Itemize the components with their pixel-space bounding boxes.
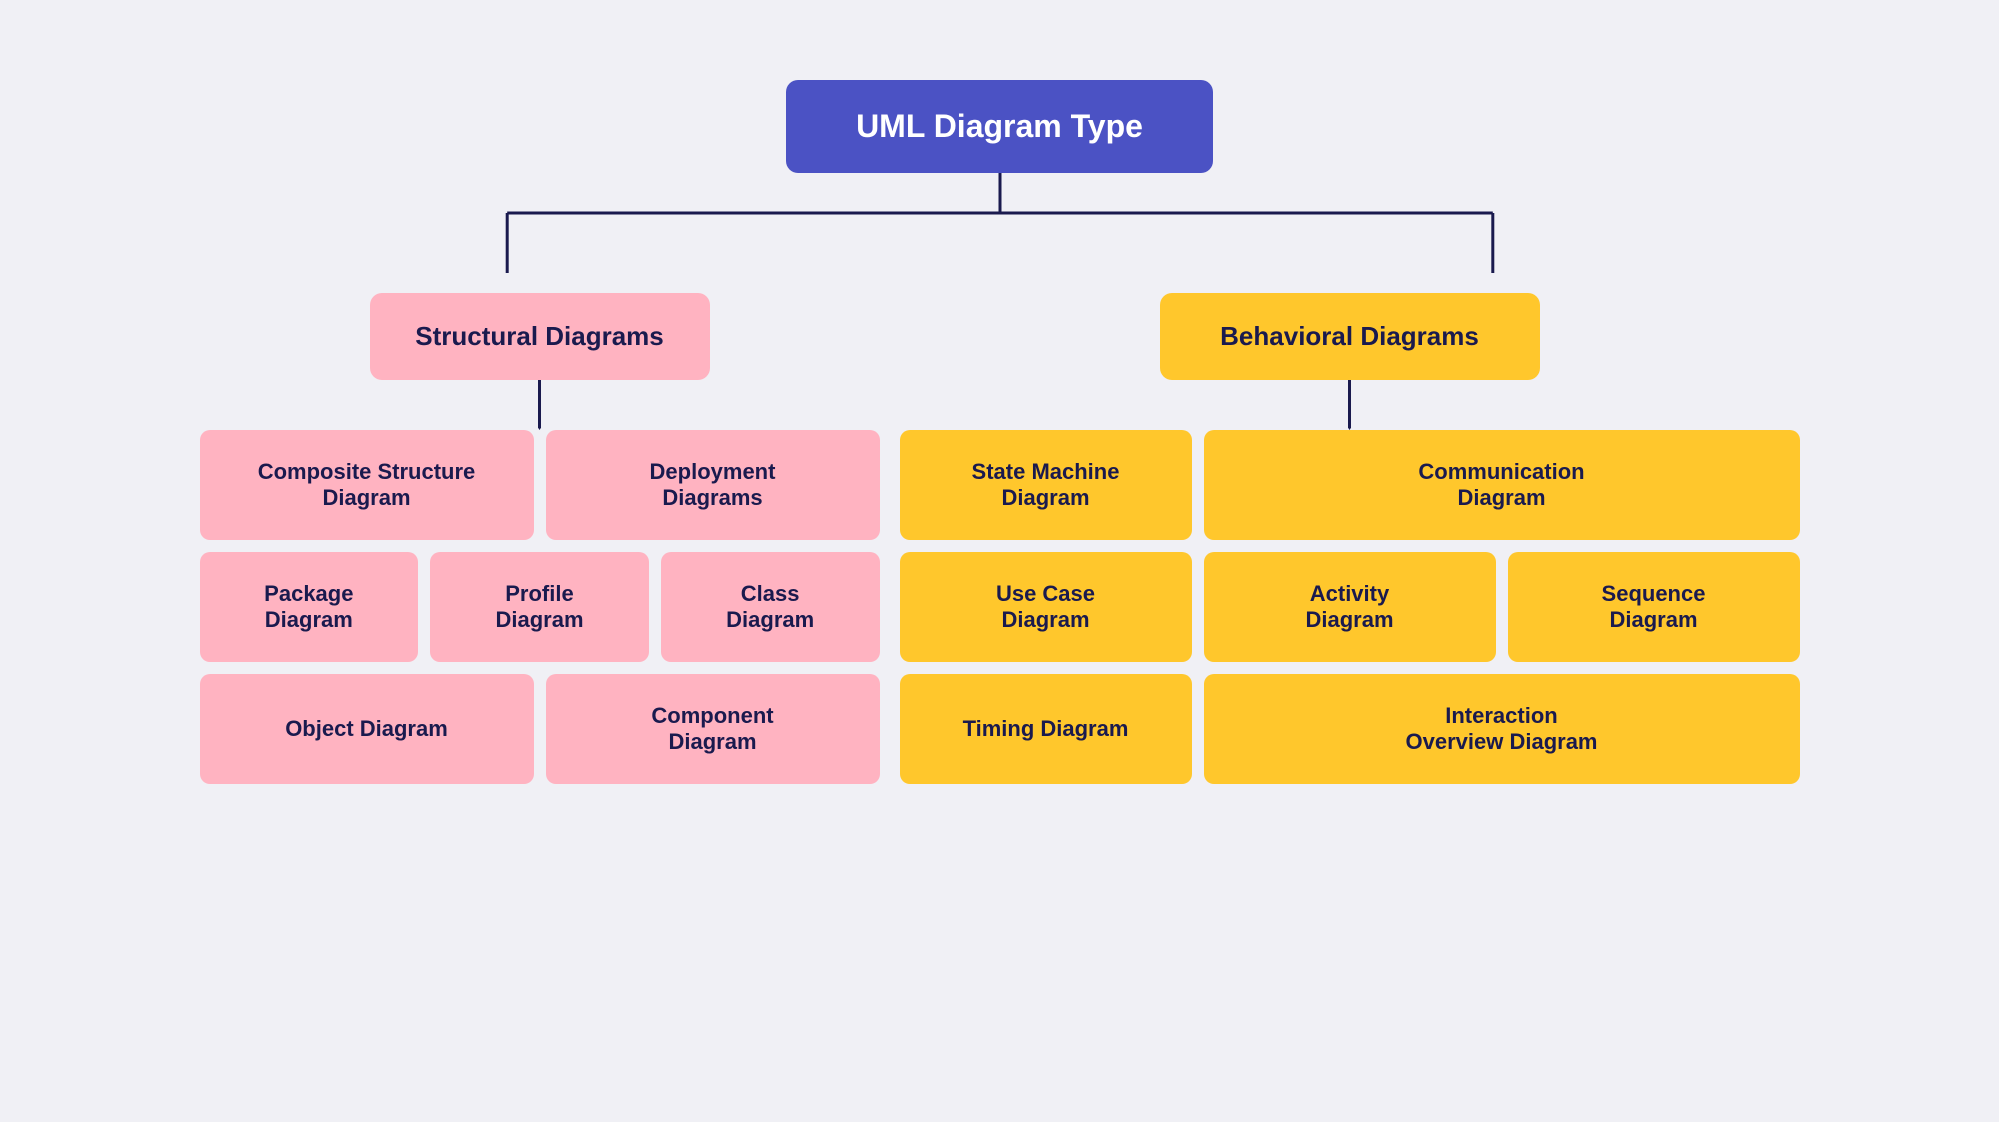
behavioral-node-box: Behavioral Diagrams [1160,293,1540,380]
timing-card: Timing Diagram [900,674,1192,784]
deployment-card: DeploymentDiagrams [546,430,880,540]
class-card: ClassDiagram [661,552,880,662]
root-box: UML Diagram Type [786,80,1213,173]
profile-card: ProfileDiagram [430,552,649,662]
behavioral-arrow-down [1348,380,1351,430]
sequence-card: SequenceDiagram [1508,552,1800,662]
state-machine-card: State MachineDiagram [900,430,1192,540]
tree-root-row: UML Diagram Type [120,80,1880,173]
component-card: ComponentDiagram [546,674,880,784]
use-case-card: Use CaseDiagram [900,552,1192,662]
tree-wrapper: UML Diagram Type Structural Diagrams [100,40,1900,824]
structural-col: Structural Diagrams Composite StructureD… [200,293,880,784]
package-card: PackageDiagram [200,552,419,662]
activity-card: ActivityDiagram [1204,552,1496,662]
level2-row: Structural Diagrams Composite StructureD… [120,293,1880,784]
top-branch-svg [120,173,1880,293]
interaction-overview-card: InteractionOverview Diagram [1204,674,1800,784]
structural-row2-sub: PackageDiagram ProfileDiagram ClassDiagr… [200,552,880,662]
structural-arrow-down [538,380,541,430]
behavioral-cards-grid: State MachineDiagram CommunicationDiagra… [900,430,1800,784]
communication-card: CommunicationDiagram [1204,430,1800,540]
structural-node-box: Structural Diagrams [370,293,710,380]
behavioral-col: Behavioral Diagrams State MachineDiagram… [900,293,1800,784]
structural-cards-grid: Composite StructureDiagram DeploymentDia… [200,430,880,784]
object-card: Object Diagram [200,674,534,784]
branch-area-top [120,173,1880,293]
composite-card: Composite StructureDiagram [200,430,534,540]
